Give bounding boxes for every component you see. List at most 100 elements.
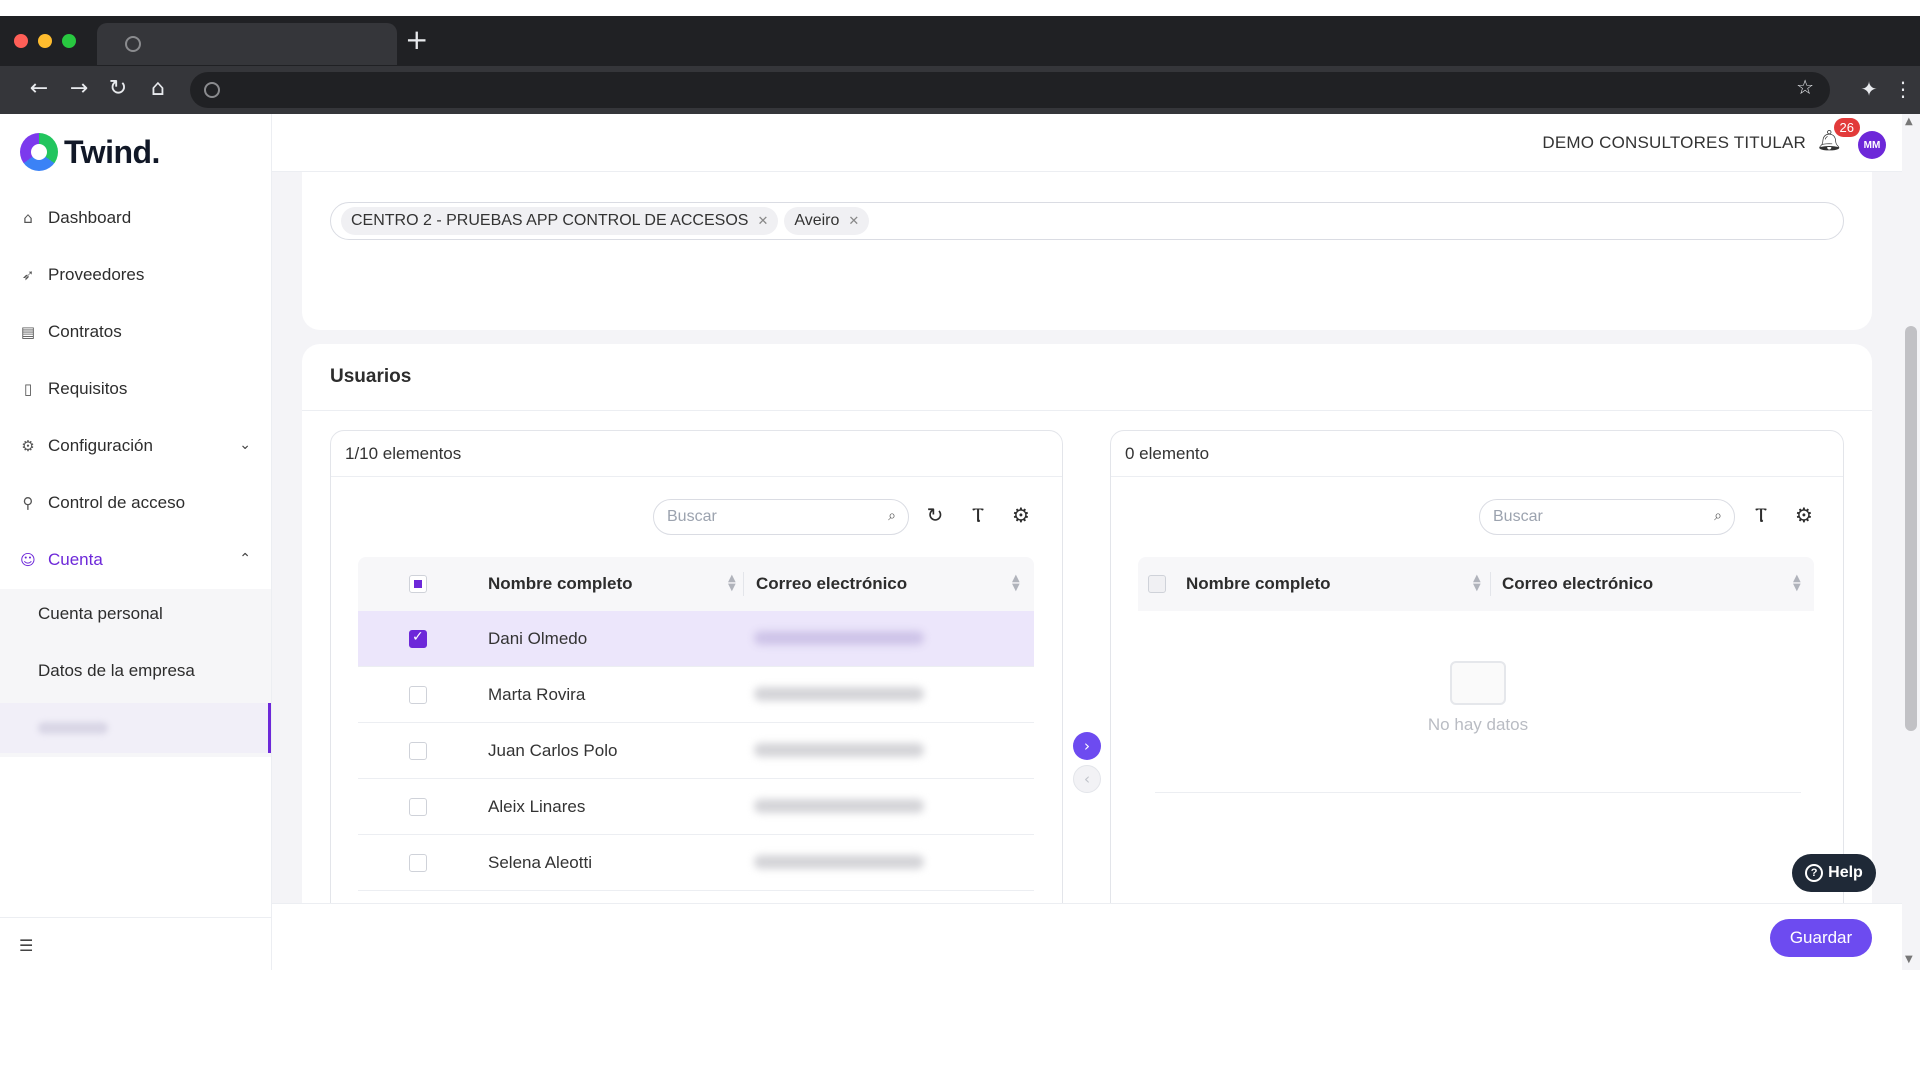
- sidebar-item-label: Control de acceso: [48, 493, 186, 512]
- table-row[interactable]: Selena Aleotti: [358, 835, 1034, 891]
- panel-header: 0 elemento: [1111, 431, 1843, 477]
- sidebar-item-proveedores[interactable]: ➶ Proveedores: [0, 250, 271, 300]
- row-checkbox[interactable]: [409, 686, 427, 704]
- account-name[interactable]: DEMO CONSULTORES TITULAR: [1542, 133, 1806, 153]
- table-row[interactable]: Juan Carlos Polo: [358, 723, 1034, 779]
- column-label: Correo electrónico: [1502, 574, 1654, 593]
- sort-icon[interactable]: ▲ ▼: [1793, 574, 1801, 593]
- refresh-icon[interactable]: ↻: [921, 501, 949, 529]
- bookmark-star-icon[interactable]: ☆: [1796, 75, 1814, 99]
- settings-gear-icon[interactable]: ⚙: [1007, 501, 1035, 529]
- logo-mark-icon: [20, 133, 58, 171]
- close-window-button[interactable]: [14, 34, 28, 48]
- text-height-icon[interactable]: Ⲧ: [964, 501, 992, 529]
- sidebar-subitem-active[interactable]: [0, 703, 271, 753]
- column-header-name[interactable]: Nombre completo: [1186, 557, 1331, 611]
- scroll-thumb[interactable]: [1905, 326, 1917, 731]
- user-name: Juan Carlos Polo: [488, 741, 618, 760]
- contract-icon: ▤: [20, 323, 36, 341]
- sidebar-footer: ☰: [0, 917, 271, 970]
- key-icon: ⚲: [22, 494, 34, 512]
- scroll-down-icon[interactable]: ▼: [1905, 954, 1913, 965]
- search-placeholder: Buscar: [1493, 508, 1543, 525]
- sidebar-item-label: Contratos: [48, 322, 122, 341]
- footer-bar: Guardar: [272, 903, 1902, 970]
- minimize-window-button[interactable]: [38, 34, 52, 48]
- address-bar[interactable]: ☆: [190, 72, 1830, 108]
- sidebar-item-dashboard[interactable]: ⌂ Dashboard: [0, 193, 271, 243]
- sidebar-subitem-cuenta-personal[interactable]: Cuenta personal: [0, 589, 271, 639]
- gear-icon: ⚙: [21, 437, 35, 455]
- section-title: Usuarios: [330, 366, 412, 387]
- back-icon[interactable]: ←: [24, 74, 54, 104]
- sidebar-item-configuracion[interactable]: ⚙ Configuración ⌄: [0, 421, 271, 471]
- browser-tab[interactable]: [97, 23, 397, 65]
- column-header-name[interactable]: Nombre completo: [488, 557, 633, 611]
- sidebar-item-label: Cuenta: [48, 550, 103, 569]
- sort-icon[interactable]: ▲ ▼: [728, 574, 736, 593]
- logo[interactable]: Twind.: [20, 132, 160, 172]
- tag-label: Aveiro: [794, 212, 840, 229]
- sidebar-subitem-label: Datos de la empresa: [38, 661, 195, 680]
- save-button[interactable]: Guardar: [1770, 919, 1872, 957]
- browser-toolbar: ← → ↻ ⌂ ☆ ✦ ⋮: [0, 66, 1920, 114]
- sidebar-item-control-acceso[interactable]: ⚲ Control de acceso: [0, 478, 271, 528]
- help-button[interactable]: ? Help: [1792, 854, 1876, 892]
- row-checkbox[interactable]: [409, 742, 427, 760]
- extensions-icon[interactable]: ✦: [1854, 74, 1884, 104]
- sidebar-item-contratos[interactable]: ▤ Contratos: [0, 307, 271, 357]
- forward-icon[interactable]: →: [64, 74, 94, 104]
- move-left-button[interactable]: ‹: [1073, 765, 1101, 793]
- site-info-icon[interactable]: [204, 82, 220, 98]
- user-name: Dani Olmedo: [488, 629, 588, 648]
- sidebar-item-label: Requisitos: [48, 379, 128, 398]
- user-circle-icon: ☺: [20, 551, 36, 569]
- column-header-email[interactable]: Correo electrónico: [756, 557, 907, 611]
- tag-chip: CENTRO 2 - PRUEBAS APP CONTROL DE ACCESO…: [341, 207, 779, 235]
- collapse-menu-icon[interactable]: ☰: [19, 936, 33, 955]
- scroll-up-icon[interactable]: ▲: [1905, 116, 1913, 127]
- settings-gear-icon[interactable]: ⚙: [1790, 501, 1818, 529]
- search-input[interactable]: Buscar ⌕: [1479, 499, 1735, 535]
- sidebar-item-label: Configuración: [48, 436, 153, 455]
- chevron-up-icon: ⌃: [239, 551, 251, 567]
- search-placeholder: Buscar: [667, 508, 717, 525]
- sort-icon[interactable]: ▲ ▼: [1012, 574, 1020, 593]
- sidebar-item-requisitos[interactable]: ▯ Requisitos: [0, 364, 271, 414]
- table-row[interactable]: Marta Rovira: [358, 667, 1034, 723]
- question-icon: ?: [1805, 864, 1824, 882]
- scrollbar[interactable]: ▲ ▼: [1902, 114, 1920, 970]
- select-all-checkbox[interactable]: [409, 575, 427, 593]
- close-icon[interactable]: ✕: [757, 213, 768, 229]
- empty-state: No hay datos: [1111, 661, 1845, 735]
- table-row[interactable]: Dani Olmedo: [358, 611, 1034, 667]
- panel-header: 1/10 elementos: [331, 431, 1062, 477]
- table-row[interactable]: Aleix Linares: [358, 779, 1034, 835]
- browser-menu-icon[interactable]: ⋮: [1888, 74, 1918, 104]
- divider: [1155, 792, 1801, 793]
- search-icon: ⌕: [888, 508, 896, 524]
- sort-icon[interactable]: ▲ ▼: [1473, 574, 1481, 593]
- home-icon: ⌂: [23, 209, 33, 227]
- row-checkbox[interactable]: [409, 854, 427, 872]
- new-tab-button[interactable]: +: [405, 26, 428, 54]
- row-checkbox[interactable]: [409, 798, 427, 816]
- close-icon[interactable]: ✕: [848, 213, 859, 229]
- search-input[interactable]: Buscar ⌕: [653, 499, 909, 535]
- text-height-icon[interactable]: Ⲧ: [1747, 501, 1775, 529]
- sidebar-subitem-datos-empresa[interactable]: Datos de la empresa: [0, 646, 271, 696]
- empty-text: No hay datos: [1427, 715, 1529, 734]
- column-separator: [1490, 572, 1491, 596]
- sidebar-item-cuenta[interactable]: ☺ Cuenta ⌃: [0, 535, 271, 585]
- select-all-checkbox[interactable]: [1148, 575, 1166, 593]
- source-list-panel: 1/10 elementos Buscar ⌕ ↻ Ⲧ ⚙ Nombre com…: [330, 430, 1063, 970]
- avatar[interactable]: MM: [1858, 131, 1886, 159]
- centers-tag-input[interactable]: CENTRO 2 - PRUEBAS APP CONTROL DE ACCESO…: [330, 202, 1844, 240]
- column-header-email[interactable]: Correo electrónico: [1502, 557, 1653, 611]
- row-checkbox[interactable]: [409, 629, 427, 648]
- maximize-window-button[interactable]: [62, 34, 76, 48]
- reload-icon[interactable]: ↻: [103, 74, 133, 104]
- brand-name: Twind.: [64, 133, 160, 170]
- move-right-button[interactable]: ›: [1073, 732, 1101, 760]
- home-browser-icon[interactable]: ⌂: [143, 74, 173, 104]
